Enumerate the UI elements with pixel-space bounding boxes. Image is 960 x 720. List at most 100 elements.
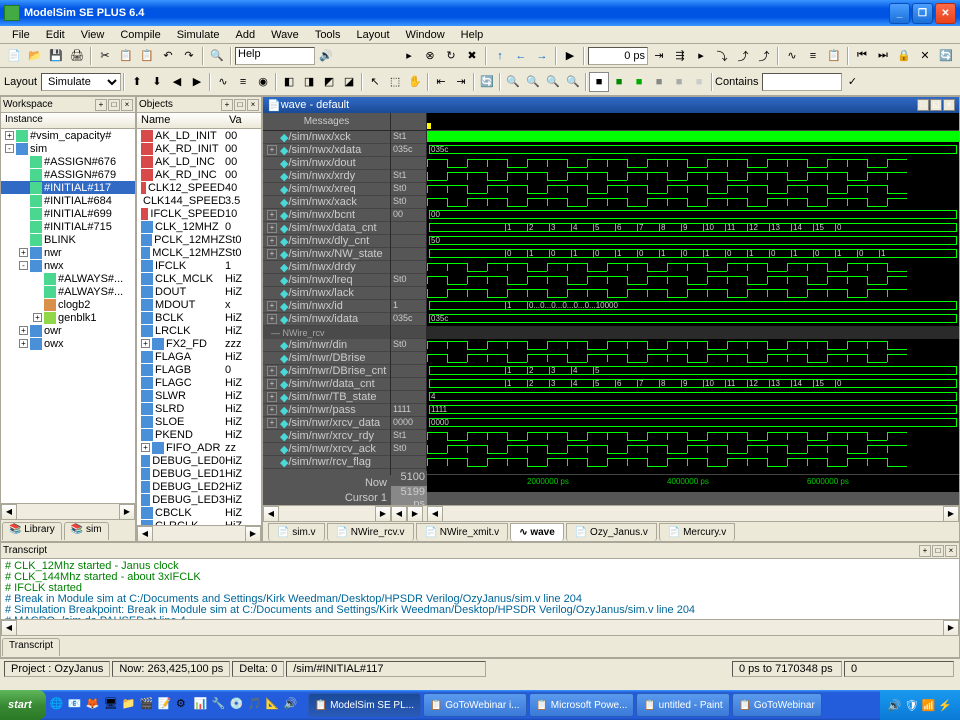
menu-help[interactable]: Help (453, 28, 492, 42)
taskbar-task[interactable]: 📋 GoToWebinar (732, 693, 822, 717)
object-row[interactable]: IFCLK_SPEED10 (137, 207, 261, 220)
wave-signal-track[interactable] (427, 196, 959, 209)
menu-window[interactable]: Window (398, 28, 453, 42)
start-button[interactable]: start (0, 690, 46, 720)
edge-prev-button[interactable]: ⇤ (431, 72, 451, 92)
run-button[interactable]: ▶ (560, 46, 580, 66)
object-row[interactable]: CLK_12MHZ0 (137, 220, 261, 233)
tree-item[interactable]: #INITIAL#715 (1, 220, 135, 233)
expand-icon[interactable]: + (267, 418, 277, 428)
expand-icon[interactable]: + (267, 314, 277, 324)
wave-signal-track[interactable] (427, 183, 959, 196)
object-row[interactable]: CLK12_SPEED40 (137, 181, 261, 194)
object-row[interactable]: +FIFO_ADRzz (137, 441, 261, 454)
wave-signal-values[interactable]: St1035cSt1St0St000St01035cSt011110000St1… (391, 113, 427, 475)
quick-launch-icon[interactable]: 🎬 (140, 697, 156, 713)
zoom-in-button[interactable]: 🔍 (503, 72, 523, 92)
object-row[interactable]: DEBUG_LED1HiZ (137, 467, 261, 480)
tree-item[interactable]: BLINK (1, 233, 135, 246)
file-tab[interactable]: 📄 NWire_rcv.v (327, 523, 414, 541)
tree-toggle-icon[interactable]: + (5, 131, 14, 140)
wave-signal-track[interactable] (427, 157, 959, 170)
wave-signal-track[interactable]: 1234567891011121314150 (427, 222, 959, 235)
scroll-left-button[interactable]: ◀ (263, 506, 279, 522)
transcript-content[interactable]: # CLK_12Mhz started - Janus clock# CLK_1… (1, 559, 959, 619)
close-button[interactable]: ✕ (935, 3, 956, 24)
wave-signal-name[interactable]: +◆ /sim/nwx/bcnt (263, 209, 390, 222)
object-row[interactable]: AK_RD_INIT00 (137, 142, 261, 155)
tray-icon[interactable]: 🛡 (905, 699, 919, 712)
tree-item[interactable]: -nwx (1, 259, 135, 272)
tree-item[interactable]: clogb2 (1, 298, 135, 311)
tree-item[interactable]: #ALWAYS#... (1, 285, 135, 298)
scroll-left-button[interactable]: ◀ (1, 504, 17, 520)
workspace-tree[interactable]: +#vsim_capacity#-sim#ASSIGN#676#ASSIGN#6… (1, 129, 135, 503)
step-out-button[interactable]: ⤴ (754, 46, 774, 66)
new-button[interactable]: 📄 (4, 46, 24, 66)
save-button[interactable]: 💾 (46, 46, 66, 66)
object-row[interactable]: AK_RD_INC00 (137, 168, 261, 181)
object-row[interactable]: CBCLKHiZ (137, 506, 261, 519)
objects-name-header[interactable]: Name (141, 114, 229, 127)
object-row[interactable]: MDOUTx (137, 298, 261, 311)
break-button[interactable]: ⊗ (420, 46, 440, 66)
scroll-right-button[interactable]: ▶ (943, 620, 959, 636)
object-row[interactable]: FLAGB0 (137, 363, 261, 376)
tree-item[interactable]: +owr (1, 324, 135, 337)
wave-signal-name[interactable]: ◆ /sim/nwr/rcv_flag (263, 456, 390, 469)
object-row[interactable]: AK_LD_INIT00 (137, 129, 261, 142)
object-row[interactable]: IFCLK1 (137, 259, 261, 272)
tree-item[interactable]: +genblk1 (1, 311, 135, 324)
tree-toggle-icon[interactable]: + (19, 248, 28, 257)
wave-tool-button[interactable]: ∿ (782, 46, 802, 66)
workspace-tab-library[interactable]: 📚 Library (2, 522, 62, 540)
tree-item[interactable]: #INITIAL#684 (1, 194, 135, 207)
system-tray[interactable]: 🔊 🛡 📶 ⚡ (880, 690, 960, 720)
tray-icon[interactable]: 🔊 (888, 699, 902, 712)
object-row[interactable]: DOUTHiZ (137, 285, 261, 298)
quick-launch-icon[interactable]: 🎵 (248, 697, 264, 713)
tree-item[interactable]: +nwr (1, 246, 135, 259)
tool-a-button[interactable]: ◧ (279, 72, 299, 92)
scroll-right-button[interactable]: ▶ (407, 506, 423, 522)
scroll-left-button[interactable]: ◀ (427, 506, 443, 522)
mode-f-button[interactable]: ■ (689, 72, 709, 92)
wave-signal-name[interactable]: +◆ /sim/nwx/idata (263, 313, 390, 326)
find-button[interactable]: 🔍 (207, 46, 227, 66)
log-tool-button[interactable]: 📋 (824, 46, 844, 66)
object-row[interactable]: LRCLKHiZ (137, 324, 261, 337)
wave-signal-name[interactable]: ◆ /sim/nwr/xrcv_rdy (263, 430, 390, 443)
scroll-track[interactable] (17, 504, 119, 519)
undo-button[interactable]: ↶ (158, 46, 178, 66)
workspace-tab-sim[interactable]: 📚 sim (64, 522, 109, 540)
compile-button[interactable]: ▸ (399, 46, 419, 66)
panel-pin-button[interactable]: + (221, 99, 233, 111)
menu-file[interactable]: File (4, 28, 38, 42)
wave-signal-track[interactable]: 12345 (427, 365, 959, 378)
wave-signal-track[interactable]: 1111 (427, 404, 959, 417)
zoom-cursor-button[interactable]: 🔍 (563, 72, 583, 92)
object-row[interactable]: SLRDHiZ (137, 402, 261, 415)
panel-close-button[interactable]: × (943, 99, 955, 111)
objects-list[interactable]: AK_LD_INIT00AK_RD_INIT00AK_LD_INC00AK_RD… (137, 129, 261, 525)
wave-signal-track[interactable]: 00 (427, 209, 959, 222)
wave-signal-track[interactable]: 10...0...0...0...0...0...10000 (427, 300, 959, 313)
quick-launch-icon[interactable]: 🌐 (50, 697, 66, 713)
workspace-column-header[interactable]: Instance (1, 113, 135, 129)
wave-signal-name[interactable]: +◆ /sim/nwx/data_cnt (263, 222, 390, 235)
select-tool-button[interactable]: ↖ (365, 72, 385, 92)
menu-view[interactable]: View (73, 28, 113, 42)
tree-item[interactable]: #INITIAL#117 (1, 181, 135, 194)
wave-signal-name[interactable]: ◆ /sim/nwx/dout (263, 157, 390, 170)
nav-up-button[interactable]: ⬆ (127, 72, 147, 92)
object-row[interactable]: BCLKHiZ (137, 311, 261, 324)
tree-item[interactable]: #INITIAL#699 (1, 207, 135, 220)
wave-signal-canvas[interactable]: 035c001234567891011121314150500101010101… (427, 113, 959, 475)
tree-item[interactable]: #ASSIGN#679 (1, 168, 135, 181)
wave-signal-name[interactable]: ◆ /sim/nwr/din (263, 339, 390, 352)
taskbar-task[interactable]: 📋 untitled - Paint (636, 693, 729, 717)
mode-b-button[interactable]: ■ (609, 72, 629, 92)
mode-a-button[interactable]: ■ (589, 72, 609, 92)
tree-item[interactable]: +#vsim_capacity# (1, 129, 135, 142)
object-row[interactable]: FLAGAHiZ (137, 350, 261, 363)
